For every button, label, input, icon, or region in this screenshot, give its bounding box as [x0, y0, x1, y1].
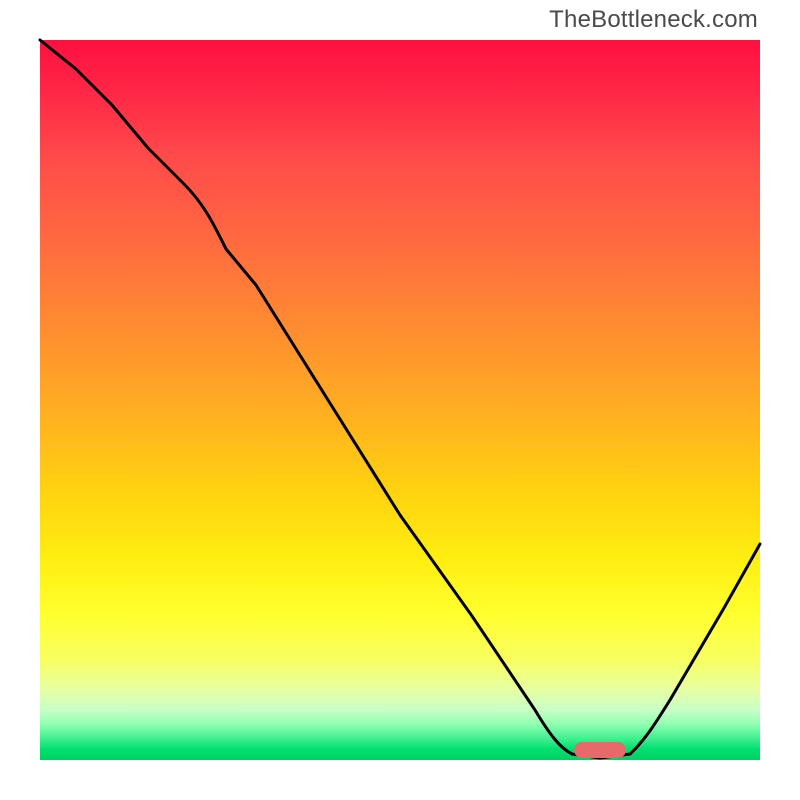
optimum-marker — [574, 742, 626, 758]
bottleneck-curve — [40, 40, 760, 758]
curve-layer — [40, 40, 760, 760]
bottleneck-chart: TheBottleneck.com — [0, 0, 800, 800]
watermark-text: TheBottleneck.com — [549, 6, 758, 34]
plot-area — [40, 40, 760, 760]
